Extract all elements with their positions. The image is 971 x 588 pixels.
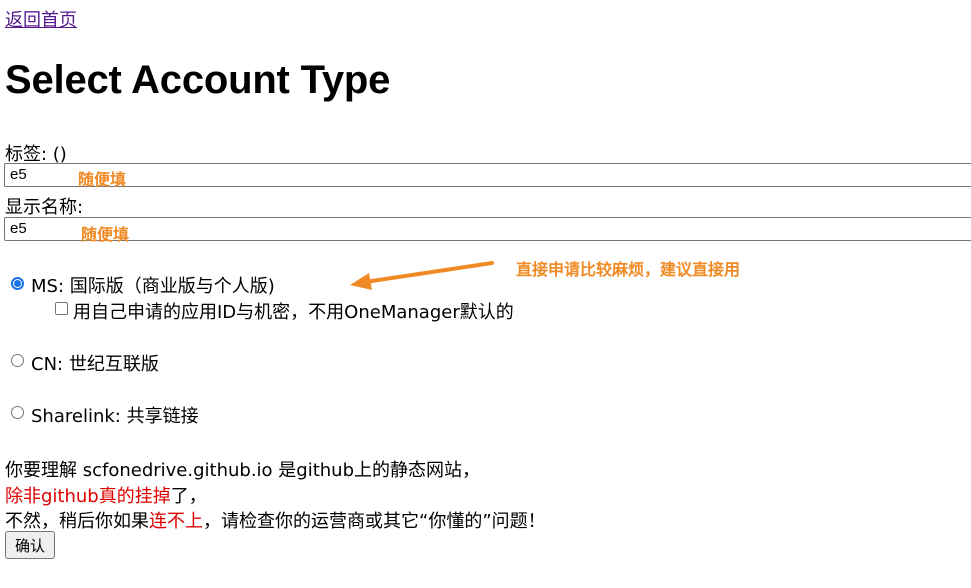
display-name-hint-annotation: 随便填 <box>81 225 130 244</box>
radio-ms[interactable] <box>11 277 24 290</box>
annotation-text: 直接申请比较麻烦，建议直接用 <box>516 260 741 279</box>
tag-hint-annotation: 随便填 <box>78 170 127 189</box>
radio-cn[interactable] <box>11 354 24 367</box>
display-name-input[interactable]: e5 <box>4 217 971 241</box>
notice-line-3: 不然，稍后你如果连不上，请检查你的运营商或其它“你懂的”问题！ <box>5 507 546 533</box>
radio-sharelink[interactable] <box>11 406 24 419</box>
annotation-arrow-icon <box>350 261 494 290</box>
radio-sharelink-label[interactable]: Sharelink: 共享链接 <box>31 402 199 428</box>
notice-line-2: 除非github真的挂掉了， <box>5 482 207 508</box>
notice-line-2-tail: 了， <box>170 486 207 507</box>
page-title: Select Account Type <box>5 58 391 102</box>
notice-line-1: 你要理解 scfonedrive.github.io 是github上的静态网站… <box>5 460 481 481</box>
own-app-checkbox-label[interactable]: 用自己申请的应用ID与机密，不用OneManager默认的 <box>73 298 514 324</box>
notice-line-3-a: 不然，稍后你如果 <box>5 511 149 532</box>
tag-input[interactable]: e5 <box>4 163 971 187</box>
confirm-button[interactable]: 确认 <box>5 531 56 559</box>
radio-cn-label[interactable]: CN: 世纪互联版 <box>31 350 159 376</box>
own-app-checkbox[interactable] <box>55 302 68 315</box>
radio-ms-label[interactable]: MS: 国际版（商业版与个人版) <box>31 272 275 298</box>
display-name-input-value: e5 <box>10 220 27 237</box>
back-home-link[interactable]: 返回首页 <box>5 6 77 32</box>
display-name-label: 显示名称: <box>5 197 84 218</box>
tag-input-value: e5 <box>10 166 27 183</box>
notice-line-2-red: 除非github真的挂掉 <box>5 486 171 507</box>
notice-line-3-red: 连不上 <box>149 511 203 532</box>
notice-line-3-b: ，请检查你的运营商或其它“你懂的”问题！ <box>203 511 546 532</box>
